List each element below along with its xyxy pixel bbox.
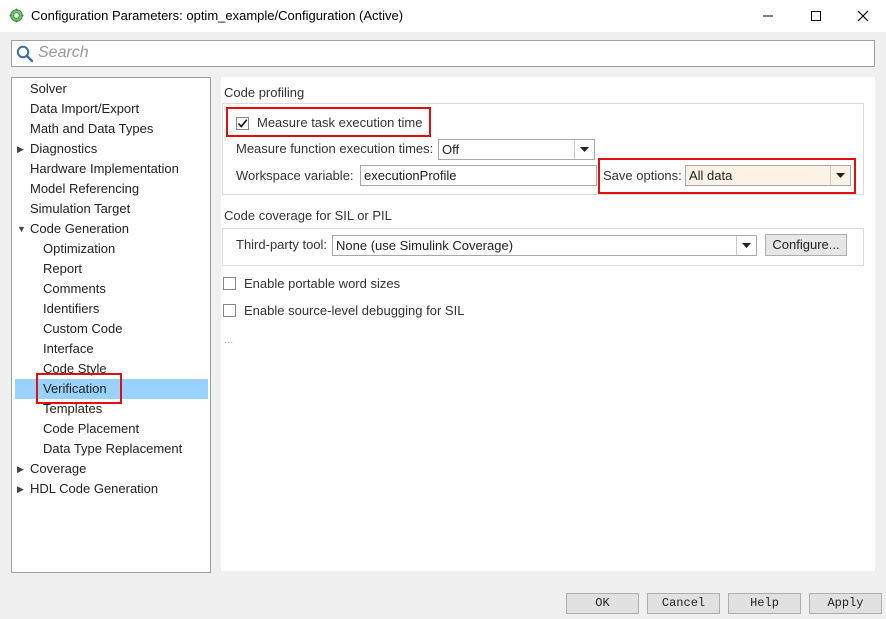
close-icon bbox=[857, 10, 869, 22]
portable-word-sizes-checkbox[interactable] bbox=[223, 277, 236, 290]
minimize-icon bbox=[763, 15, 773, 17]
search-icon bbox=[16, 45, 34, 63]
tree-item-optimization[interactable]: Optimization bbox=[43, 239, 115, 259]
search-input[interactable] bbox=[38, 42, 858, 63]
expand-right-icon[interactable]: ▶ bbox=[17, 459, 24, 479]
tree-item-solver[interactable]: Solver bbox=[30, 79, 67, 99]
tree-item-comments[interactable]: Comments bbox=[43, 279, 106, 299]
ok-button[interactable]: OK bbox=[566, 593, 639, 614]
portable-word-sizes-label: Enable portable word sizes bbox=[244, 276, 401, 291]
tree-item-data-type-replacement[interactable]: Data Type Replacement bbox=[43, 439, 182, 459]
apply-button[interactable]: Apply bbox=[809, 593, 882, 614]
save-options-value: All data bbox=[689, 168, 733, 183]
tree-item-simulation-target[interactable]: Simulation Target bbox=[30, 199, 130, 219]
tree-item-templates[interactable]: Templates bbox=[43, 399, 102, 419]
measure-task-checkbox[interactable] bbox=[236, 117, 249, 130]
workspace-variable-label: Workspace variable: bbox=[236, 168, 354, 183]
tree-item-report[interactable]: Report bbox=[43, 259, 82, 279]
tree-item-interface[interactable]: Interface bbox=[43, 339, 94, 359]
category-tree: Solver Data Import/Export Math and Data Ty… bbox=[11, 77, 211, 573]
third-party-tool-label: Third-party tool: bbox=[236, 237, 328, 252]
chevron-down-icon bbox=[736, 236, 756, 255]
maximize-icon bbox=[811, 11, 821, 21]
help-button[interactable]: Help bbox=[728, 593, 801, 614]
window-title: Configuration Parameters: optim_example/… bbox=[31, 8, 404, 23]
tree-item-data-import-export[interactable]: Data Import/Export bbox=[30, 99, 139, 119]
code-coverage-title: Code coverage for SIL or PIL bbox=[224, 208, 392, 223]
close-button[interactable] bbox=[840, 0, 886, 32]
more-options-indicator[interactable]: ... bbox=[224, 330, 233, 350]
measure-task-label: Measure task execution time bbox=[257, 115, 423, 130]
minimize-button[interactable] bbox=[745, 0, 791, 32]
third-party-tool-value: None (use Simulink Coverage) bbox=[336, 238, 514, 253]
title-bar: Configuration Parameters: optim_example/… bbox=[0, 0, 886, 32]
expand-down-icon[interactable]: ▼ bbox=[17, 219, 26, 239]
tree-item-diagnostics[interactable]: Diagnostics bbox=[30, 139, 97, 159]
third-party-tool-dropdown[interactable]: None (use Simulink Coverage) bbox=[332, 235, 757, 256]
measure-function-label: Measure function execution times: bbox=[236, 141, 434, 156]
tree-item-code-style[interactable]: Code Style bbox=[43, 359, 107, 379]
tree-item-code-generation[interactable]: Code Generation bbox=[30, 219, 129, 239]
configure-button[interactable]: Configure... bbox=[765, 234, 847, 256]
tree-item-verification[interactable]: Verification bbox=[43, 379, 107, 399]
tree-item-math-and-data-types[interactable]: Math and Data Types bbox=[30, 119, 153, 139]
expand-right-icon[interactable]: ▶ bbox=[17, 139, 24, 159]
tree-item-identifiers[interactable]: Identifiers bbox=[43, 299, 99, 319]
measure-function-value: Off bbox=[442, 142, 460, 157]
tree-item-model-referencing[interactable]: Model Referencing bbox=[30, 179, 139, 199]
search-box bbox=[11, 40, 875, 67]
workspace-variable-field[interactable]: executionProfile bbox=[360, 165, 597, 186]
expand-right-icon[interactable]: ▶ bbox=[17, 479, 24, 499]
app-gear-icon bbox=[9, 8, 24, 23]
source-debugging-checkbox[interactable] bbox=[223, 304, 236, 317]
maximize-button[interactable] bbox=[793, 0, 839, 32]
checkmark-icon bbox=[237, 119, 248, 128]
tree-item-hardware-implementation[interactable]: Hardware Implementation bbox=[30, 159, 179, 179]
cancel-button[interactable]: Cancel bbox=[647, 593, 720, 614]
chevron-down-icon bbox=[574, 140, 594, 159]
tree-item-code-placement[interactable]: Code Placement bbox=[43, 419, 139, 439]
chevron-down-icon bbox=[830, 166, 850, 185]
settings-panel: Code profiling Measure task execution ti… bbox=[221, 77, 875, 571]
code-profiling-title: Code profiling bbox=[224, 85, 305, 100]
measure-function-dropdown[interactable]: Off bbox=[438, 139, 595, 160]
save-options-label: Save options: bbox=[603, 168, 682, 183]
save-options-dropdown[interactable]: All data bbox=[685, 165, 851, 186]
source-debugging-label: Enable source-level debugging for SIL bbox=[244, 303, 465, 318]
tree-item-coverage[interactable]: Coverage bbox=[30, 459, 86, 479]
tree-item-hdl-code-generation[interactable]: HDL Code Generation bbox=[30, 479, 158, 499]
tree-item-custom-code[interactable]: Custom Code bbox=[43, 319, 122, 339]
